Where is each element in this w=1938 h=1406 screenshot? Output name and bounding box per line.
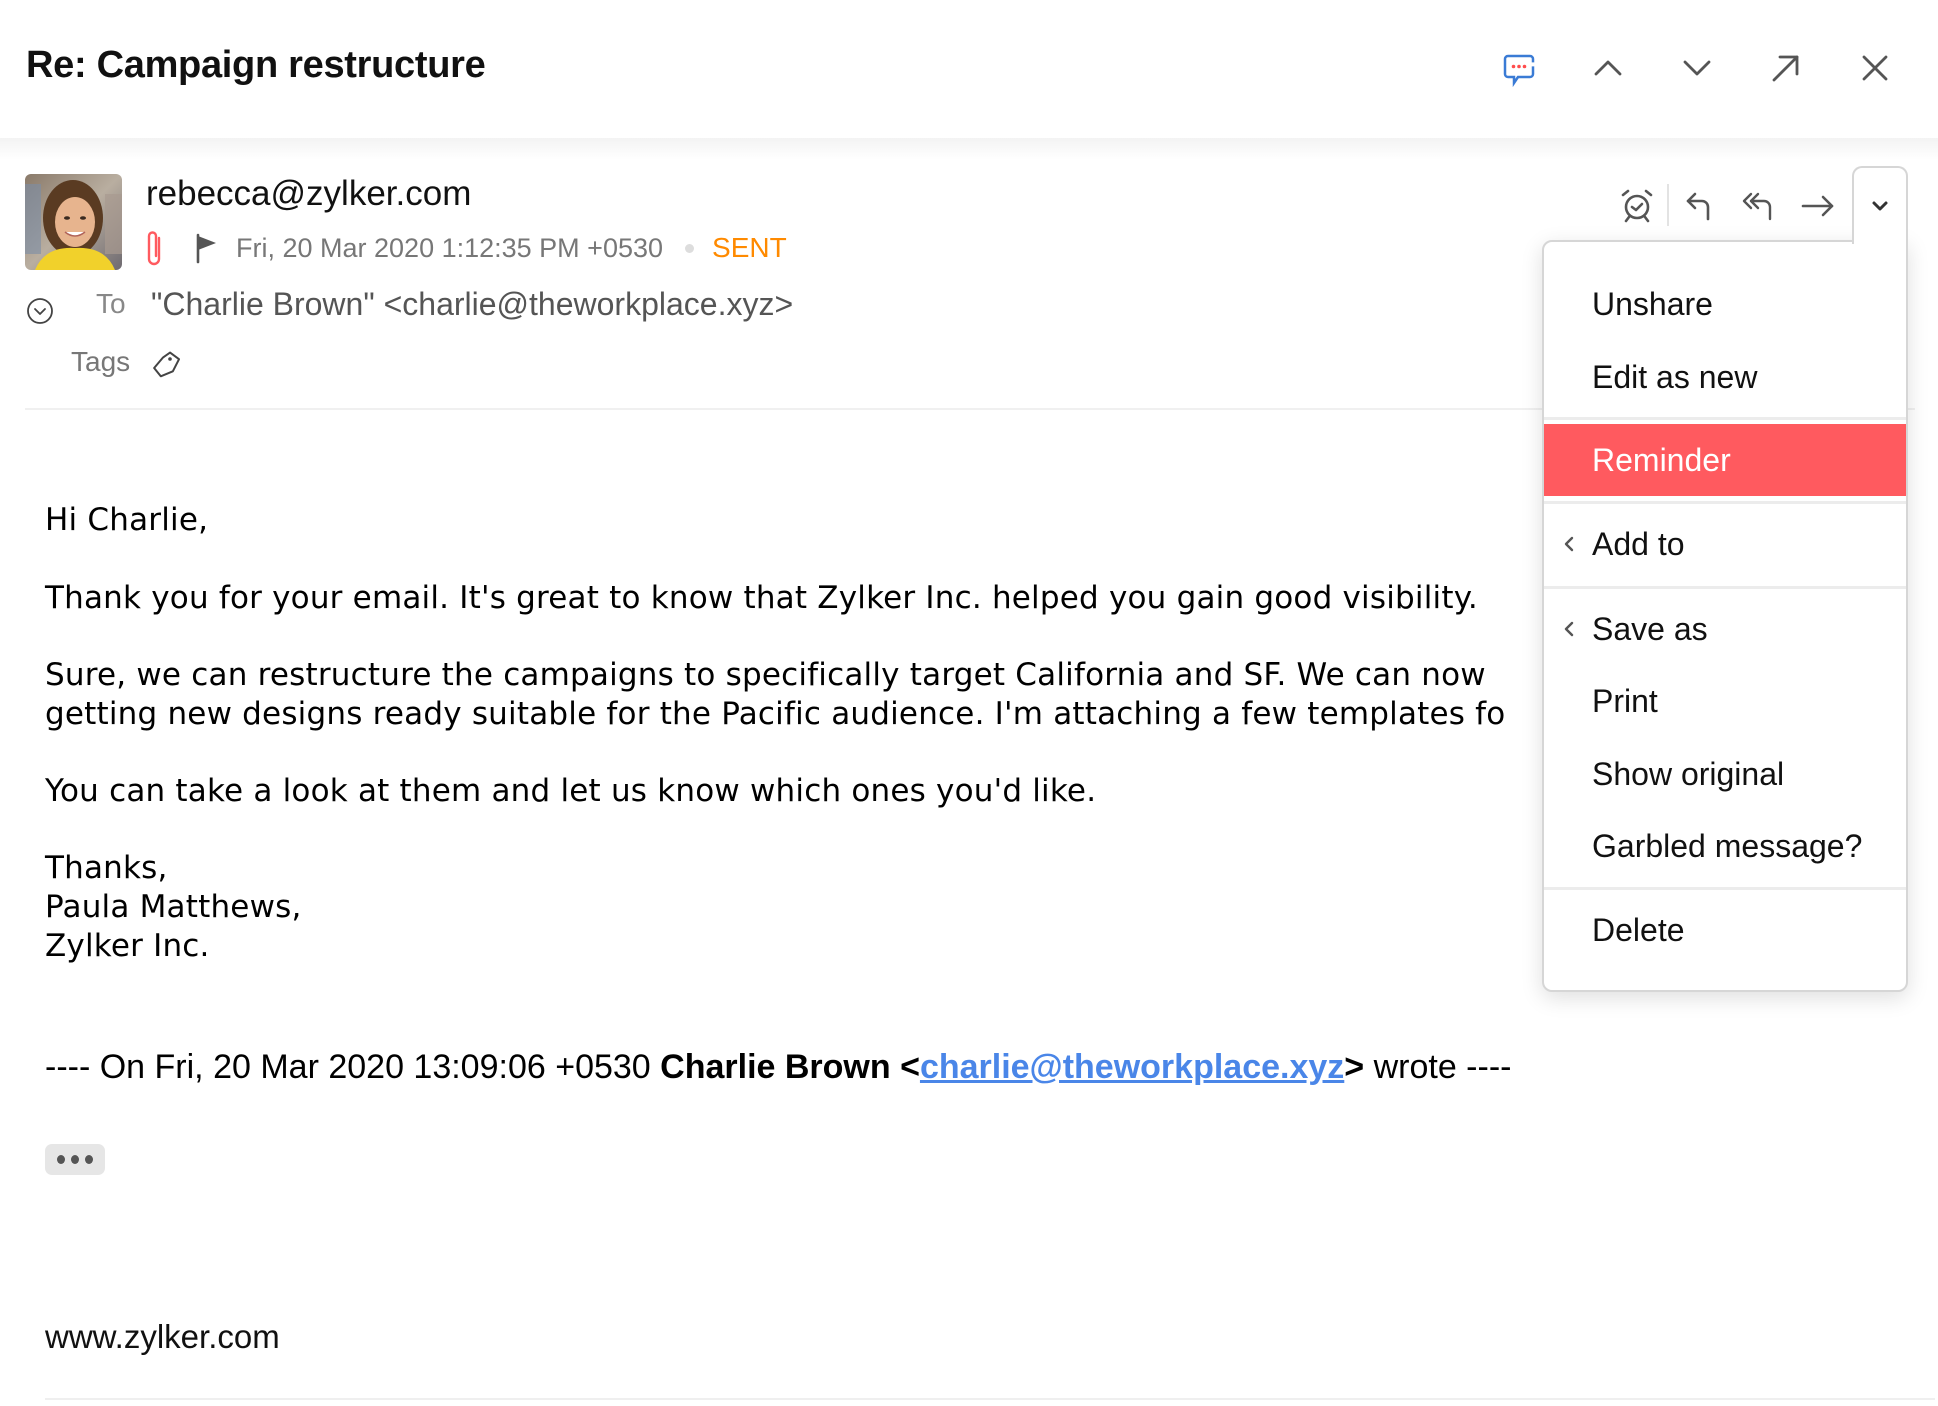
message-subject: Re: Campaign restructure	[26, 44, 486, 86]
comments-icon	[1503, 54, 1535, 88]
sender-avatar[interactable]	[25, 174, 122, 270]
status-badge: SENT	[712, 232, 787, 263]
body-paragraph: getting new designs ready suitable for t…	[45, 696, 1506, 732]
separator-dot	[685, 243, 695, 253]
submenu-arrow-icon	[1560, 593, 1578, 665]
show-quoted-text-button[interactable]	[45, 1144, 105, 1175]
menu-item-print[interactable]: Print	[1544, 665, 1906, 737]
reply-icon	[1686, 192, 1710, 221]
flag-icon[interactable]	[192, 232, 220, 264]
tags-label: Tags	[71, 346, 131, 377]
menu-item-label: Show original	[1592, 755, 1785, 792]
message-meta: Fri, 20 Mar 2020 1:12:35 PM +0530 SENT	[140, 228, 787, 268]
reply-all-icon	[1742, 192, 1772, 221]
chevron-up-icon	[1594, 60, 1622, 76]
expand-details-icon[interactable]	[25, 296, 55, 326]
pop-out-button[interactable]	[1764, 46, 1808, 90]
ellipsis-dot	[85, 1155, 93, 1164]
menu-item-label: Add to	[1592, 525, 1685, 562]
previous-message-button[interactable]	[1586, 46, 1630, 90]
menu-divider	[1544, 586, 1906, 589]
quote-suffix: wrote ----	[1364, 1048, 1512, 1086]
quote-author: Charlie Brown <	[660, 1048, 920, 1086]
signature-company: Zylker Inc.	[45, 928, 210, 964]
quoted-header: ---- On Fri, 20 Mar 2020 13:09:06 +0530 …	[45, 1048, 1511, 1087]
quote-close: >	[1344, 1048, 1365, 1086]
menu-item-label: Save as	[1592, 610, 1708, 647]
menu-item-save-as[interactable]: Save as	[1544, 593, 1906, 665]
menu-item-edit-as-new[interactable]: Edit as new	[1544, 341, 1906, 413]
forward-button[interactable]	[1796, 184, 1840, 228]
menu-item-label: Garbled message?	[1592, 827, 1863, 864]
menu-divider	[1544, 887, 1906, 890]
more-options-menu: Unshare Edit as new Reminder Add to Save…	[1542, 240, 1908, 992]
footer-website: www.zylker.com	[45, 1318, 280, 1355]
menu-divider	[1544, 501, 1906, 504]
sender-email[interactable]: rebecca@zylker.com	[146, 174, 471, 214]
message-header: Re: Campaign restructure	[0, 0, 1938, 138]
avatar-photo	[25, 174, 122, 270]
footer-divider	[45, 1398, 1935, 1400]
menu-divider	[1544, 417, 1906, 420]
recipient[interactable]: "Charlie Brown" <charlie@theworkplace.xy…	[151, 286, 793, 323]
ellipsis-dot	[57, 1155, 65, 1164]
body-signoff: Thanks,	[45, 850, 168, 886]
menu-item-label: Print	[1592, 682, 1658, 719]
body-greeting: Hi Charlie,	[45, 502, 209, 538]
menu-item-label: Reminder	[1592, 441, 1731, 478]
body-paragraph: Sure, we can restructure the campaigns t…	[45, 657, 1486, 693]
pop-out-icon	[1772, 55, 1799, 82]
chevron-down-icon	[1683, 60, 1711, 76]
reminder-button[interactable]	[1615, 184, 1659, 228]
forward-icon	[1801, 195, 1834, 217]
reply-button[interactable]	[1678, 184, 1722, 228]
menu-item-label: Unshare	[1592, 285, 1713, 322]
chevron-down-icon	[1872, 201, 1888, 211]
message-date: Fri, 20 Mar 2020 1:12:35 PM +0530	[236, 232, 664, 263]
menu-item-unshare[interactable]: Unshare	[1544, 268, 1906, 340]
header-shadow	[0, 138, 1938, 160]
body-paragraph: You can take a look at them and let us k…	[45, 773, 1097, 809]
quote-prefix: ---- On Fri, 20 Mar 2020 13:09:06 +0530	[45, 1048, 661, 1086]
menu-item-add-to[interactable]: Add to	[1544, 508, 1906, 580]
attachment-icon[interactable]	[140, 228, 170, 268]
to-label: To	[96, 288, 126, 319]
tag-icon[interactable]	[150, 348, 182, 380]
body-paragraph: Thank you for your email. It's great to …	[45, 580, 1478, 616]
menu-item-label: Delete	[1592, 911, 1685, 948]
menu-item-label: Edit as new	[1592, 358, 1758, 395]
more-options-button[interactable]	[1852, 166, 1908, 244]
menu-item-show-original[interactable]: Show original	[1544, 738, 1906, 810]
reply-all-button[interactable]	[1737, 184, 1781, 228]
comments-button[interactable]	[1497, 46, 1541, 90]
close-button[interactable]	[1853, 46, 1897, 90]
quote-email-link[interactable]: charlie@theworkplace.xyz	[920, 1048, 1344, 1086]
ellipsis-dot	[71, 1155, 79, 1164]
menu-item-reminder[interactable]: Reminder	[1544, 424, 1906, 496]
next-message-button[interactable]	[1675, 46, 1719, 90]
toolbar-separator	[1667, 184, 1669, 226]
submenu-arrow-icon	[1560, 508, 1578, 580]
menu-item-delete[interactable]: Delete	[1544, 894, 1906, 966]
signature-name: Paula Matthews,	[45, 889, 302, 925]
close-icon	[1862, 55, 1888, 81]
alarm-clock-icon	[1621, 189, 1653, 223]
menu-item-garbled-message[interactable]: Garbled message?	[1544, 810, 1906, 882]
